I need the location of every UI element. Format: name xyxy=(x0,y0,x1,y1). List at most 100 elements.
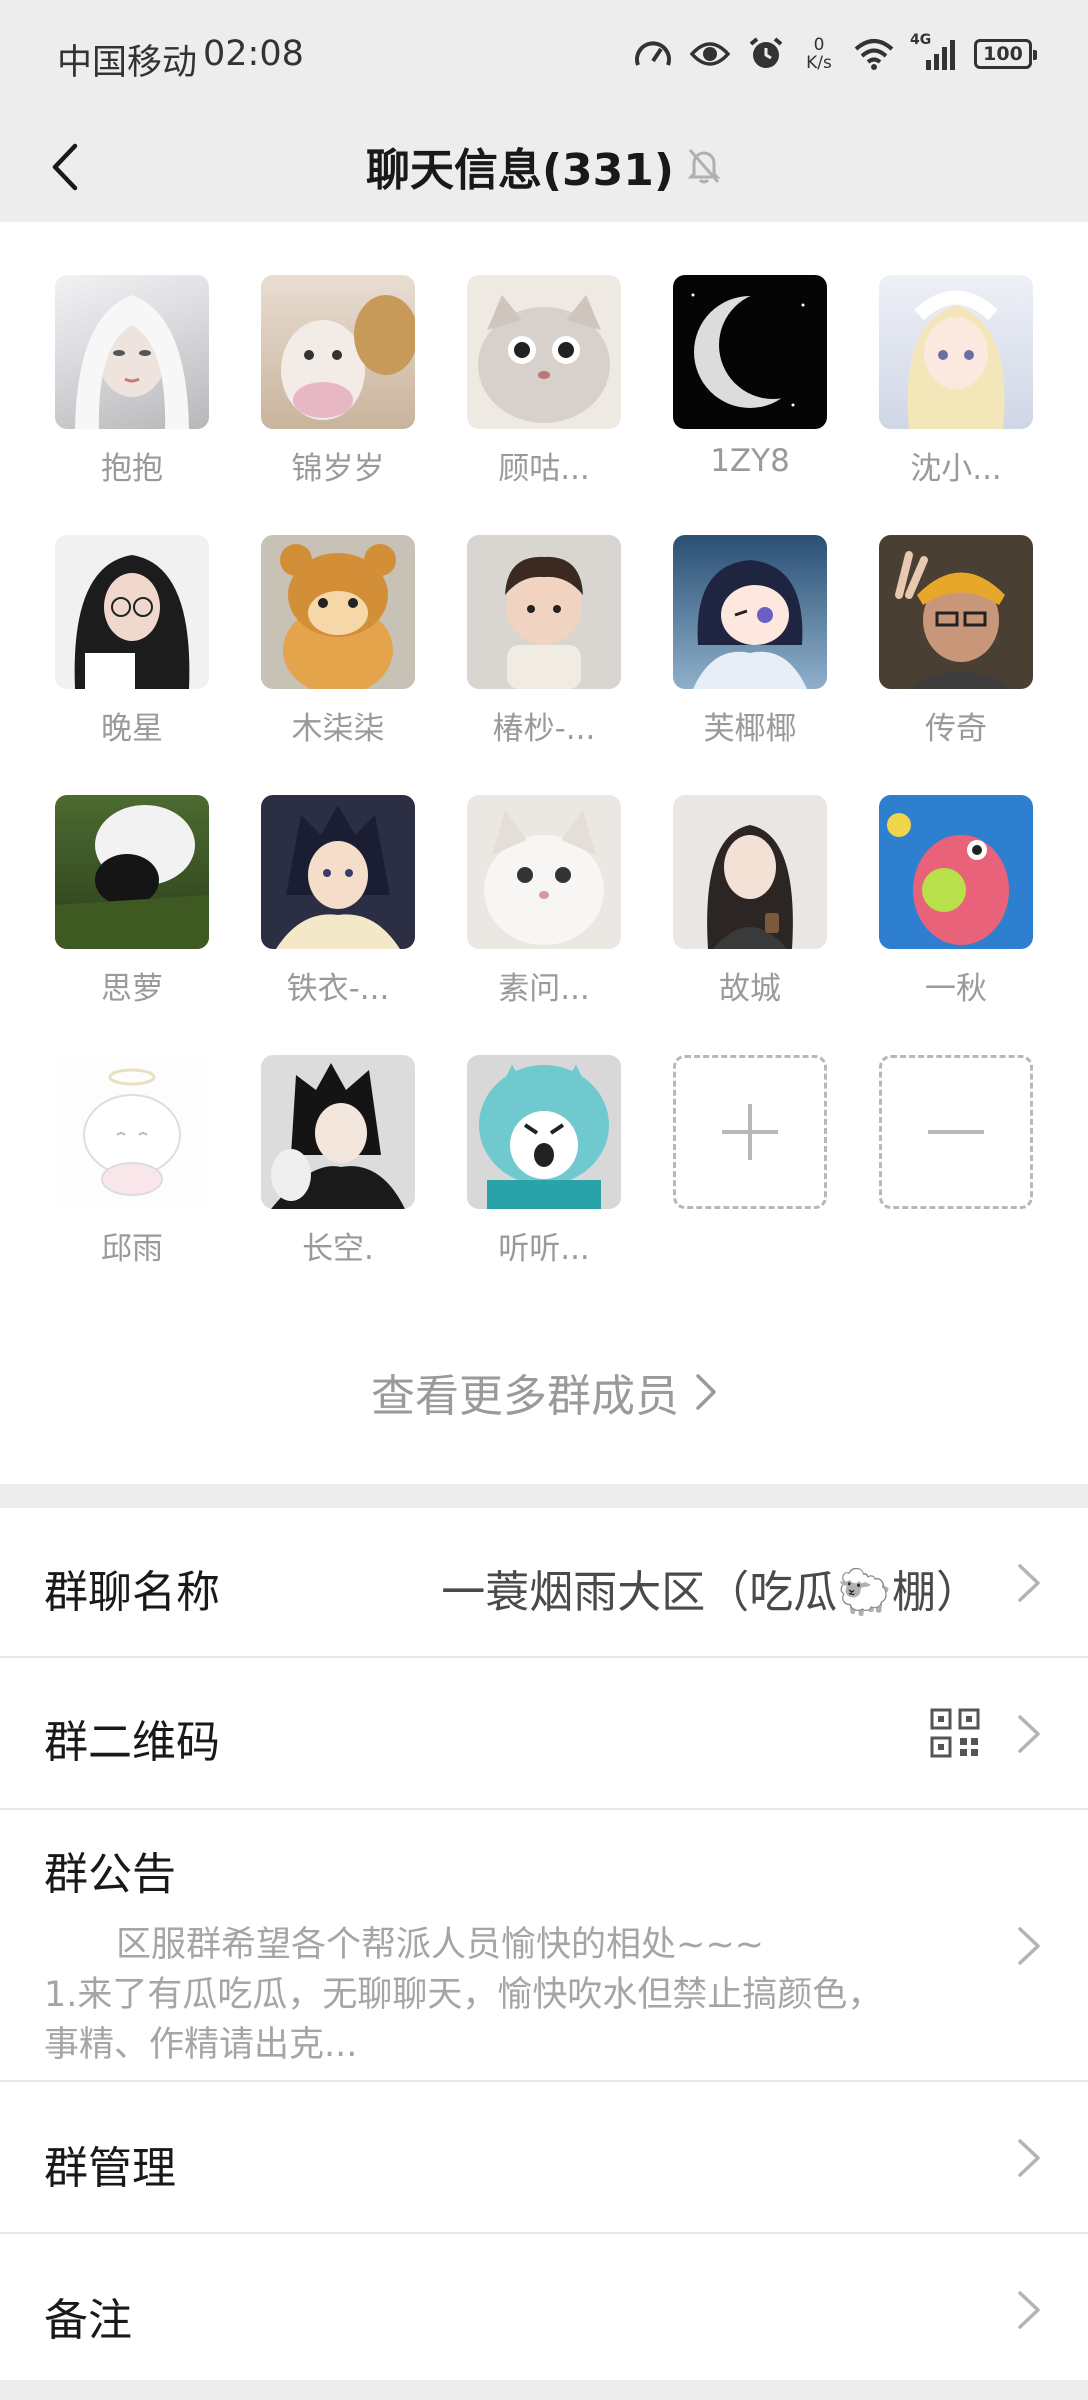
page-title: 聊天信息(331) xyxy=(365,145,675,196)
member-item[interactable]: 思萝 xyxy=(55,795,209,1008)
chevron-right-icon xyxy=(1018,1564,1040,1602)
notice-line: 区服群希望各个帮派人员愉快的相处~~~ xyxy=(116,1925,764,1965)
member-item[interactable]: 素问... xyxy=(467,795,621,1008)
nav-bar: 聊天信息(331) xyxy=(0,114,1088,222)
member-item[interactable]: 听听... xyxy=(467,1055,621,1268)
member-name: 长空. xyxy=(302,1231,374,1267)
member-item[interactable]: 木柒柒 xyxy=(261,535,415,748)
carrier-label: 中国移动 xyxy=(57,43,198,83)
avatar xyxy=(879,275,1033,429)
member-item[interactable]: 一秋 xyxy=(879,795,1033,1008)
speedometer-icon xyxy=(634,37,672,71)
avatar xyxy=(467,535,621,689)
chevron-right-icon xyxy=(696,1374,716,1410)
member-item[interactable]: 邱雨 xyxy=(55,1055,209,1268)
status-left: 中国移动 02:08 xyxy=(57,34,304,85)
avatar xyxy=(673,275,827,429)
add-slot xyxy=(673,1055,827,1209)
eye-icon xyxy=(690,40,730,68)
notice-line: 事精、作精请出克... xyxy=(44,2025,358,2065)
notice-line: 1.来了有瓜吃瓜，无聊聊天，愉快吹水但禁止搞颜色， xyxy=(44,1975,883,2015)
avatar xyxy=(673,795,827,949)
member-name: 顾咕... xyxy=(498,451,590,487)
alarm-icon xyxy=(748,36,784,72)
net-speed: 0 K/s xyxy=(806,35,832,73)
member-item[interactable]: 沈小... xyxy=(879,275,1033,488)
clock: 02:08 xyxy=(203,34,304,74)
page-title-wrap: 聊天信息(331) xyxy=(0,134,1088,198)
group-name-value: 一蓑烟雨大区（吃瓜🐑棚） xyxy=(441,1567,980,1618)
member-name: 故城 xyxy=(719,971,781,1007)
member-name: 传奇 xyxy=(925,711,987,747)
group-notice-row[interactable]: 群公告 区服群希望各个帮派人员愉快的相处~~~ 1.来了有瓜吃瓜，无聊聊天，愉快… xyxy=(0,1810,1088,2082)
member-item[interactable]: 晚星 xyxy=(55,535,209,748)
member-name: 沈小... xyxy=(910,451,1002,487)
remove-member-button[interactable] xyxy=(879,1055,1033,1209)
member-name: 思萝 xyxy=(101,971,163,1007)
member-name: 木柒柒 xyxy=(291,711,385,747)
group-name-row[interactable]: 群聊名称 一蓑烟雨大区（吃瓜🐑棚） xyxy=(0,1508,1088,1658)
member-name: 抱抱 xyxy=(101,451,163,487)
member-name: 一秋 xyxy=(925,971,987,1007)
member-name: 邱雨 xyxy=(101,1231,163,1267)
status-right: 0 K/s 4G 100 xyxy=(634,32,1037,73)
group-name-label: 群聊名称 xyxy=(44,1567,220,1618)
avatar xyxy=(55,535,209,689)
signal-icon: 4G xyxy=(910,32,956,70)
member-name: 锦岁岁 xyxy=(291,451,385,487)
avatar xyxy=(55,1055,209,1209)
avatar xyxy=(467,795,621,949)
avatar xyxy=(261,535,415,689)
group-qr-label: 群二维码 xyxy=(44,1717,220,1768)
minus-icon xyxy=(928,1130,984,1134)
remove-slot xyxy=(879,1055,1033,1209)
avatar xyxy=(879,795,1033,949)
avatar xyxy=(261,275,415,429)
member-item[interactable]: 故城 xyxy=(673,795,827,1008)
avatar xyxy=(261,795,415,949)
member-item[interactable]: 1ZY8 xyxy=(673,275,827,479)
member-item[interactable]: 传奇 xyxy=(879,535,1033,748)
member-item[interactable]: 顾咕... xyxy=(467,275,621,488)
avatar xyxy=(55,275,209,429)
member-item[interactable]: 锦岁岁 xyxy=(261,275,415,488)
chevron-right-icon xyxy=(1018,1927,1040,1965)
member-item[interactable]: 芙椰椰 xyxy=(673,535,827,748)
avatar xyxy=(673,535,827,689)
member-name: 芙椰椰 xyxy=(703,711,797,747)
group-notice-label: 群公告 xyxy=(44,1849,176,1900)
avatar xyxy=(879,535,1033,689)
member-item[interactable]: 铁衣-... xyxy=(261,795,415,1008)
member-name: 听听... xyxy=(498,1231,590,1267)
avatar xyxy=(467,1055,621,1209)
view-more-members-label: 查看更多群成员 xyxy=(371,1371,679,1422)
members-panel: 抱抱 锦岁岁 顾咕... 1ZY8 沈小... 晚星 木柒柒 椿杪-... 芙椰… xyxy=(0,222,1088,1484)
member-name: 椿杪-... xyxy=(492,711,596,747)
remark-row[interactable]: 备注 xyxy=(0,2234,1088,2380)
settings-list: 群聊名称 一蓑烟雨大区（吃瓜🐑棚） 群二维码 群公告 区服群希望各个帮派人员愉快… xyxy=(0,1508,1088,2380)
avatar xyxy=(261,1055,415,1209)
avatar xyxy=(55,795,209,949)
bell-muted-icon xyxy=(686,146,722,186)
member-name: 铁衣-... xyxy=(286,971,390,1007)
member-name: 素问... xyxy=(498,971,590,1007)
qr-code-icon xyxy=(930,1708,980,1758)
avatar xyxy=(467,275,621,429)
member-item[interactable]: 椿杪-... xyxy=(467,535,621,748)
battery-icon: 100 xyxy=(974,39,1037,69)
wifi-icon xyxy=(854,38,894,70)
plus-icon xyxy=(722,1104,778,1160)
add-member-button[interactable] xyxy=(673,1055,827,1209)
member-item[interactable]: 长空. xyxy=(261,1055,415,1268)
member-item[interactable]: 抱抱 xyxy=(55,275,209,488)
group-manage-row[interactable]: 群管理 xyxy=(0,2082,1088,2234)
view-more-members-link[interactable]: 查看更多群成员 xyxy=(0,1360,1088,1424)
remark-label: 备注 xyxy=(44,2295,132,2346)
group-manage-label: 群管理 xyxy=(44,2143,176,2194)
group-notice-text: 区服群希望各个帮派人员愉快的相处~~~ 1.来了有瓜吃瓜，无聊聊天，愉快吹水但禁… xyxy=(44,1920,958,2070)
chevron-right-icon xyxy=(1018,2291,1040,2329)
member-name: 1ZY8 xyxy=(710,443,790,479)
group-qr-row[interactable]: 群二维码 xyxy=(0,1658,1088,1810)
chevron-right-icon xyxy=(1018,2139,1040,2177)
status-bar: 中国移动 02:08 0 K/s 4G 100 xyxy=(0,0,1088,114)
